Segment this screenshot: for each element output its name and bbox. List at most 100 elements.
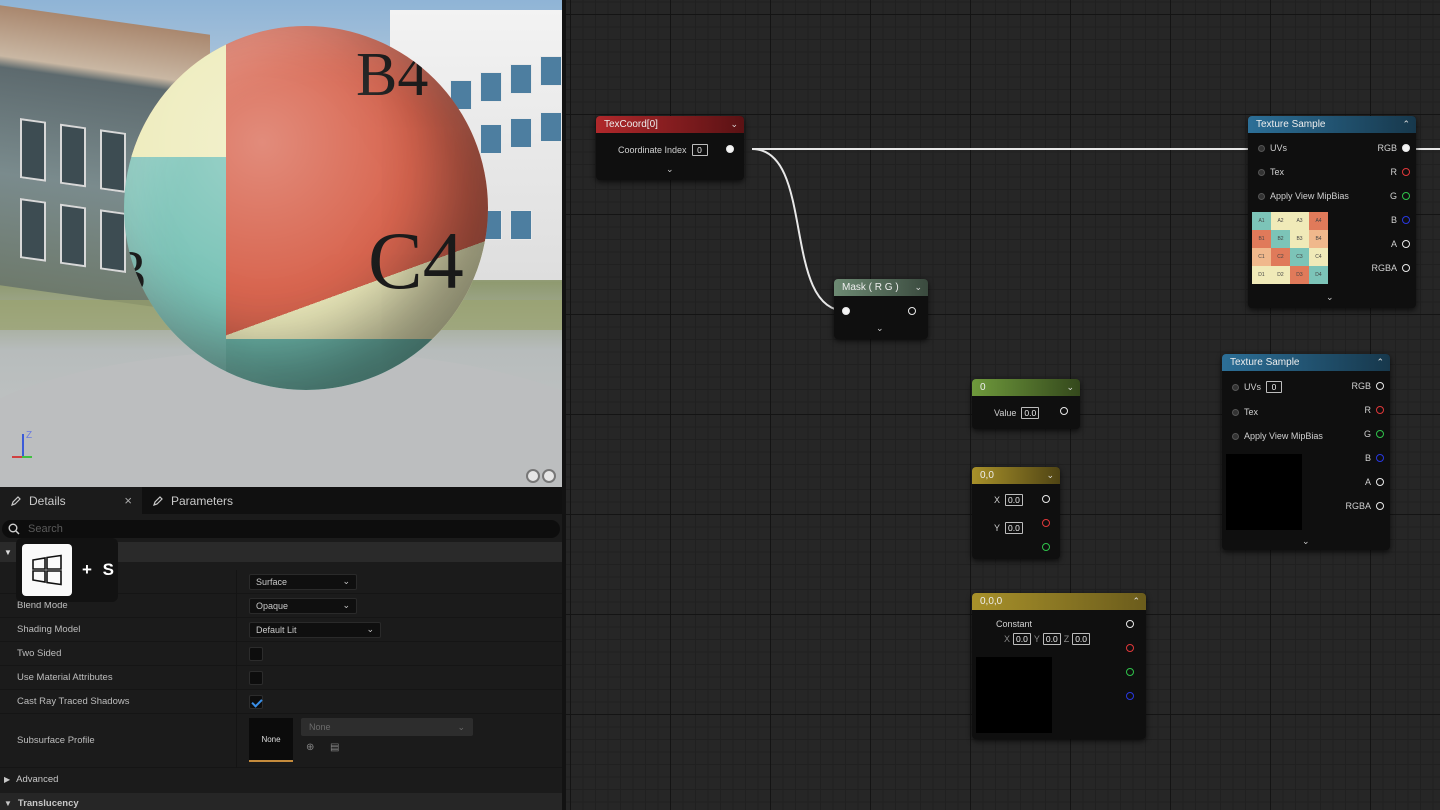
texcoord-node-header[interactable]: TexCoord[0] ⌄	[596, 116, 744, 133]
y-label: Y	[1033, 634, 1040, 644]
value-field[interactable]: 0.0	[1021, 407, 1040, 419]
two-sided-checkbox[interactable]	[249, 646, 263, 661]
advanced-section-header[interactable]: ▶ Advanced	[0, 769, 562, 789]
a-output-pin[interactable]: A	[1391, 239, 1410, 249]
mask-node[interactable]: Mask ( R G ) ⌄ ⌄	[834, 279, 928, 339]
tab-details[interactable]: Details ×	[0, 487, 142, 514]
use-material-attributes-checkbox[interactable]	[249, 670, 263, 685]
output-pin[interactable]	[1042, 495, 1050, 503]
rgb-output-pin[interactable]: RGB	[1351, 381, 1384, 391]
chevron-down-icon[interactable]: ⌄	[666, 164, 674, 175]
tab-parameters[interactable]: Parameters	[142, 487, 243, 514]
apply-view-mipbias-label: Apply View MipBias	[1270, 191, 1349, 201]
thumbnail-text: None	[261, 734, 281, 744]
coordinate-index-pin[interactable]: Coordinate Index 0	[618, 144, 708, 156]
constant-node-header[interactable]: 0 ⌄	[972, 379, 1080, 396]
texture-sample-node-2[interactable]: Texture Sample ⌃ UVs 0 Tex Apply View MipB…	[1222, 354, 1390, 550]
x-field[interactable]: 0.0	[1005, 494, 1023, 506]
texcoord-output-pin[interactable]	[726, 145, 734, 153]
a-label: A	[1364, 477, 1371, 487]
chevron-down-icon: ⌄	[366, 624, 374, 634]
use-selected-icon[interactable]: ⊕	[306, 742, 320, 756]
chevron-down-icon[interactable]: ⌄	[1302, 536, 1310, 547]
xyz-fields[interactable]: X 0.0 Y 0.0 Z 0.0	[1004, 633, 1091, 645]
a-output-pin[interactable]: A	[1365, 477, 1384, 487]
constant3vector-node[interactable]: 0,0,0 ⌃ Constant X 0.0 Y 0.0 Z 0.0	[972, 593, 1146, 739]
constant2vector-title: 0,0	[980, 470, 994, 481]
uvs-input-pin[interactable]: UVs 0	[1232, 381, 1283, 393]
uvs-label: UVs	[1244, 382, 1262, 392]
chevron-down-icon[interactable]: ⌄	[1326, 292, 1334, 303]
material-preview-viewport[interactable]: B4 C4 3 Z	[0, 0, 562, 487]
mask-node-header[interactable]: Mask ( R G ) ⌄	[834, 279, 928, 296]
search-placeholder: Search	[28, 523, 63, 535]
y-field[interactable]: 0.0	[1005, 522, 1023, 534]
uvs-field[interactable]: 0	[1266, 381, 1283, 393]
y-field[interactable]: 0.0	[1042, 633, 1061, 645]
uvs-input-pin[interactable]: UVs	[1258, 143, 1287, 153]
chevron-down-icon: ⌄	[730, 119, 738, 129]
details-panel: Details × Parameters Search ▼ Surface ⌄ B…	[0, 487, 562, 810]
constant2vector-node-header[interactable]: 0,0 ⌄	[972, 467, 1060, 484]
viewport-preview-icons[interactable]	[526, 469, 556, 483]
translucency-section-header[interactable]: ▼ Translucency	[0, 793, 562, 810]
x-pin[interactable]: X 0.0	[994, 494, 1023, 506]
y-pin[interactable]: Y 0.0	[994, 522, 1023, 534]
cast-ray-traced-shadows-checkbox[interactable]	[249, 694, 263, 709]
uvs-label: UVs	[1270, 143, 1288, 153]
output-b-pin[interactable]	[1126, 692, 1134, 700]
z-field[interactable]: 0.0	[1072, 633, 1091, 645]
texture-sample-2-header[interactable]: Texture Sample ⌃	[1222, 354, 1390, 371]
b-output-pin[interactable]: B	[1391, 215, 1410, 225]
details-search-field[interactable]: Search	[2, 520, 560, 538]
tex-label: Tex	[1244, 407, 1259, 417]
texture-sample-1-header[interactable]: Texture Sample ⌃	[1248, 116, 1416, 133]
axis-z-label: Z	[26, 430, 33, 441]
output-g-pin[interactable]	[1042, 543, 1050, 551]
r-output-pin[interactable]: R	[1391, 167, 1410, 177]
two-sided-label: Two Sided	[17, 648, 62, 659]
preview-sphere-icon[interactable]	[542, 469, 556, 483]
subsurface-profile-thumbnail[interactable]: None	[249, 718, 293, 762]
r-output-pin[interactable]: R	[1365, 405, 1384, 415]
g-output-pin[interactable]: G	[1390, 191, 1410, 201]
chevron-down-icon[interactable]: ⌄	[876, 323, 884, 334]
apply-view-mipbias-pin[interactable]: Apply View MipBias	[1232, 431, 1323, 441]
tex-input-pin[interactable]: Tex	[1258, 167, 1284, 177]
output-r-pin[interactable]	[1126, 644, 1134, 652]
coordinate-index-value[interactable]: 0	[691, 144, 708, 156]
browse-folder-icon[interactable]: ▤	[330, 742, 344, 756]
constant3vector-node-header[interactable]: 0,0,0 ⌃	[972, 593, 1146, 610]
apply-view-mipbias-pin[interactable]: Apply View MipBias	[1258, 191, 1349, 201]
apply-view-mipbias-label: Apply View MipBias	[1244, 431, 1323, 441]
preview-mesh-icon[interactable]	[526, 469, 540, 483]
texture-sample-node-1[interactable]: Texture Sample ⌃ UVs Tex Apply View MipBi…	[1248, 116, 1416, 308]
shading-model-dropdown[interactable]: Default Lit ⌄	[249, 621, 381, 638]
output-r-pin[interactable]	[1042, 519, 1050, 527]
rgba-output-pin[interactable]: RGBA	[1345, 501, 1384, 511]
x-field[interactable]: 0.0	[1013, 633, 1031, 645]
constant2vector-node[interactable]: 0,0 ⌄ X 0.0 Y 0.0	[972, 467, 1060, 559]
close-tab-icon[interactable]: ×	[124, 493, 132, 508]
material-graph-canvas[interactable]: TexCoord[0] ⌄ Coordinate Index 0 ⌄ Mask (…	[562, 0, 1440, 810]
texture-grid-cell: D4	[1309, 266, 1328, 284]
g-output-pin[interactable]: G	[1364, 429, 1384, 439]
mask-input-pin[interactable]	[842, 307, 850, 315]
blend-mode-dropdown[interactable]: Opaque ⌄	[249, 597, 357, 614]
material-domain-dropdown[interactable]: Surface ⌄	[249, 573, 357, 590]
constant-output-pin[interactable]	[1060, 407, 1068, 415]
b-output-pin[interactable]: B	[1365, 453, 1384, 463]
mask-output-pin[interactable]	[908, 307, 916, 315]
output-g-pin[interactable]	[1126, 668, 1134, 676]
texcoord-node[interactable]: TexCoord[0] ⌄ Coordinate Index 0 ⌄	[596, 116, 744, 180]
output-pin[interactable]	[1126, 620, 1134, 628]
rgba-output-pin[interactable]: RGBA	[1371, 263, 1410, 273]
value-pin[interactable]: Value 0.0	[994, 407, 1040, 419]
tex-input-pin[interactable]: Tex	[1232, 407, 1258, 417]
rgb-output-pin[interactable]: RGB	[1377, 143, 1410, 153]
constant-node[interactable]: 0 ⌄ Value 0.0	[972, 379, 1080, 429]
tab-parameters-label: Parameters	[171, 493, 234, 508]
texture-grid-cell: C3	[1290, 248, 1309, 266]
subsurface-profile-asset-picker[interactable]: None ⌄	[301, 718, 473, 736]
tab-details-label: Details	[29, 493, 66, 508]
